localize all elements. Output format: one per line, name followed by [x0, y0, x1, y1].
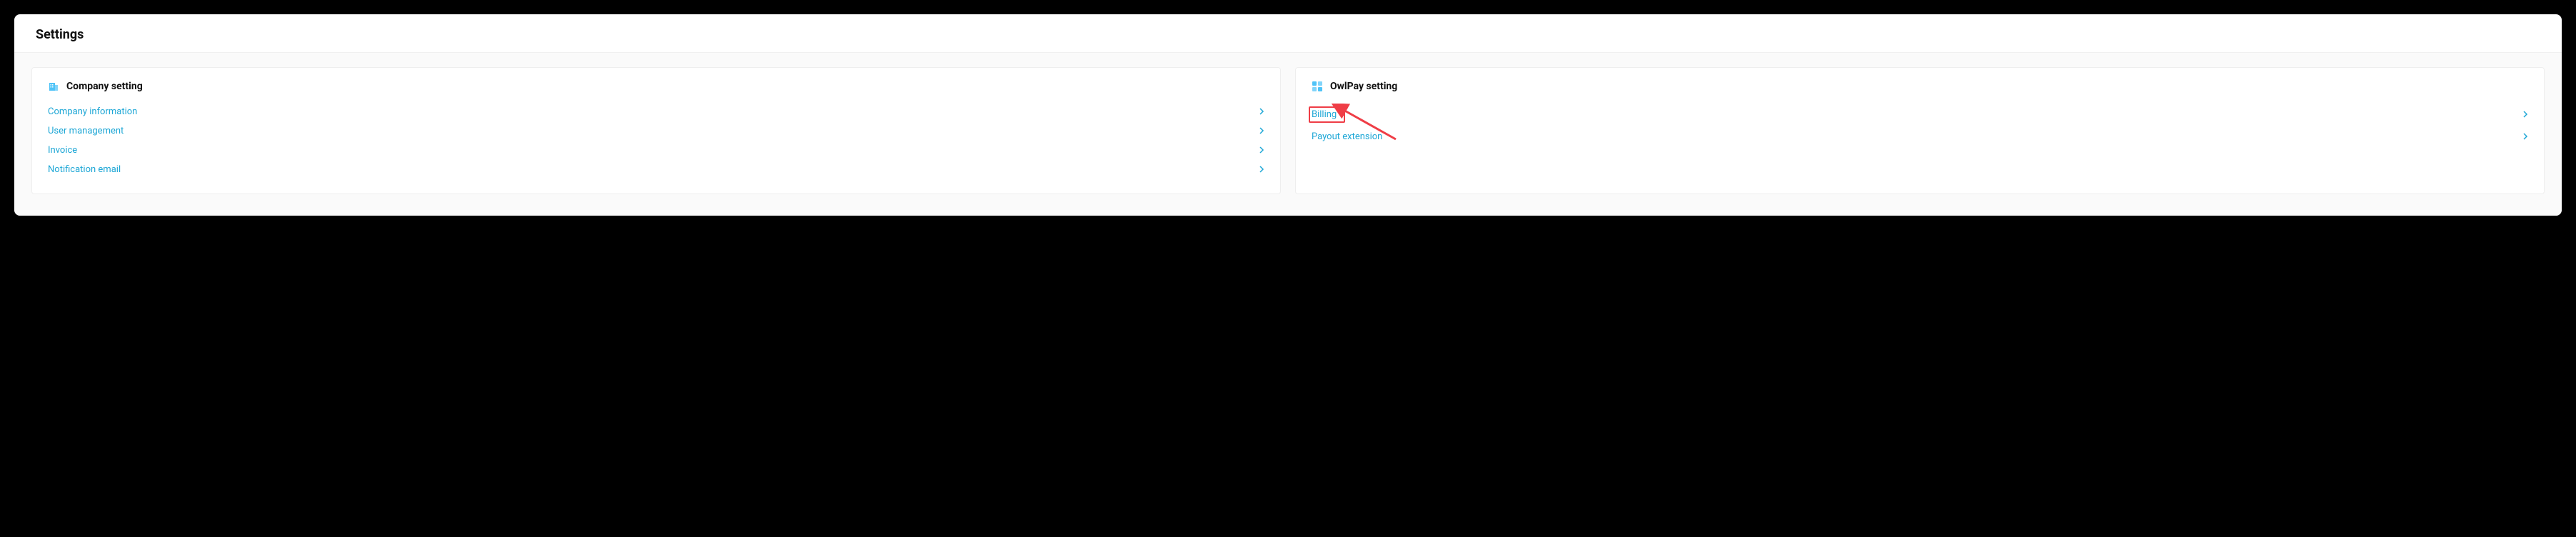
card-header-owlpay: OwlPay setting: [1312, 81, 2528, 92]
list-item-label: Company information: [48, 106, 137, 117]
company-information-item[interactable]: Company information: [48, 102, 1264, 121]
settings-content: Company setting Company information User…: [14, 53, 2562, 216]
payout-extension-item[interactable]: Payout extension: [1312, 127, 2528, 146]
list-item-label: Billing: [1312, 109, 1337, 120]
chevron-right-icon: [1259, 146, 1264, 156]
card-title-company: Company setting: [66, 81, 143, 92]
page-title: Settings: [36, 27, 2540, 42]
chevron-right-icon: [2522, 132, 2528, 142]
notification-email-item[interactable]: Notification email: [48, 160, 1264, 179]
list-item-label: Notification email: [48, 164, 121, 175]
company-setting-card: Company setting Company information User…: [31, 67, 1281, 194]
card-header-company: Company setting: [48, 81, 1264, 92]
settings-page: Settings Company setting C: [14, 14, 2562, 216]
list-item-label: Payout extension: [1312, 131, 1382, 142]
billing-item[interactable]: Billing: [1312, 102, 2528, 127]
user-management-item[interactable]: User management: [48, 121, 1264, 141]
chevron-right-icon: [1259, 107, 1264, 117]
card-title-owlpay: OwlPay setting: [1330, 81, 1397, 92]
chevron-right-icon: [1259, 165, 1264, 175]
building-icon: [48, 81, 59, 92]
chevron-right-icon: [1259, 126, 1264, 136]
owlpay-setting-card: OwlPay setting Billing Payout extension: [1295, 67, 2545, 194]
grid-icon: [1312, 81, 1323, 92]
chevron-right-icon: [2522, 110, 2528, 120]
page-header: Settings: [14, 14, 2562, 53]
list-item-label: Invoice: [48, 145, 77, 156]
annotation-highlight: Billing: [1309, 106, 1345, 123]
list-item-label: User management: [48, 126, 124, 136]
invoice-item[interactable]: Invoice: [48, 141, 1264, 160]
